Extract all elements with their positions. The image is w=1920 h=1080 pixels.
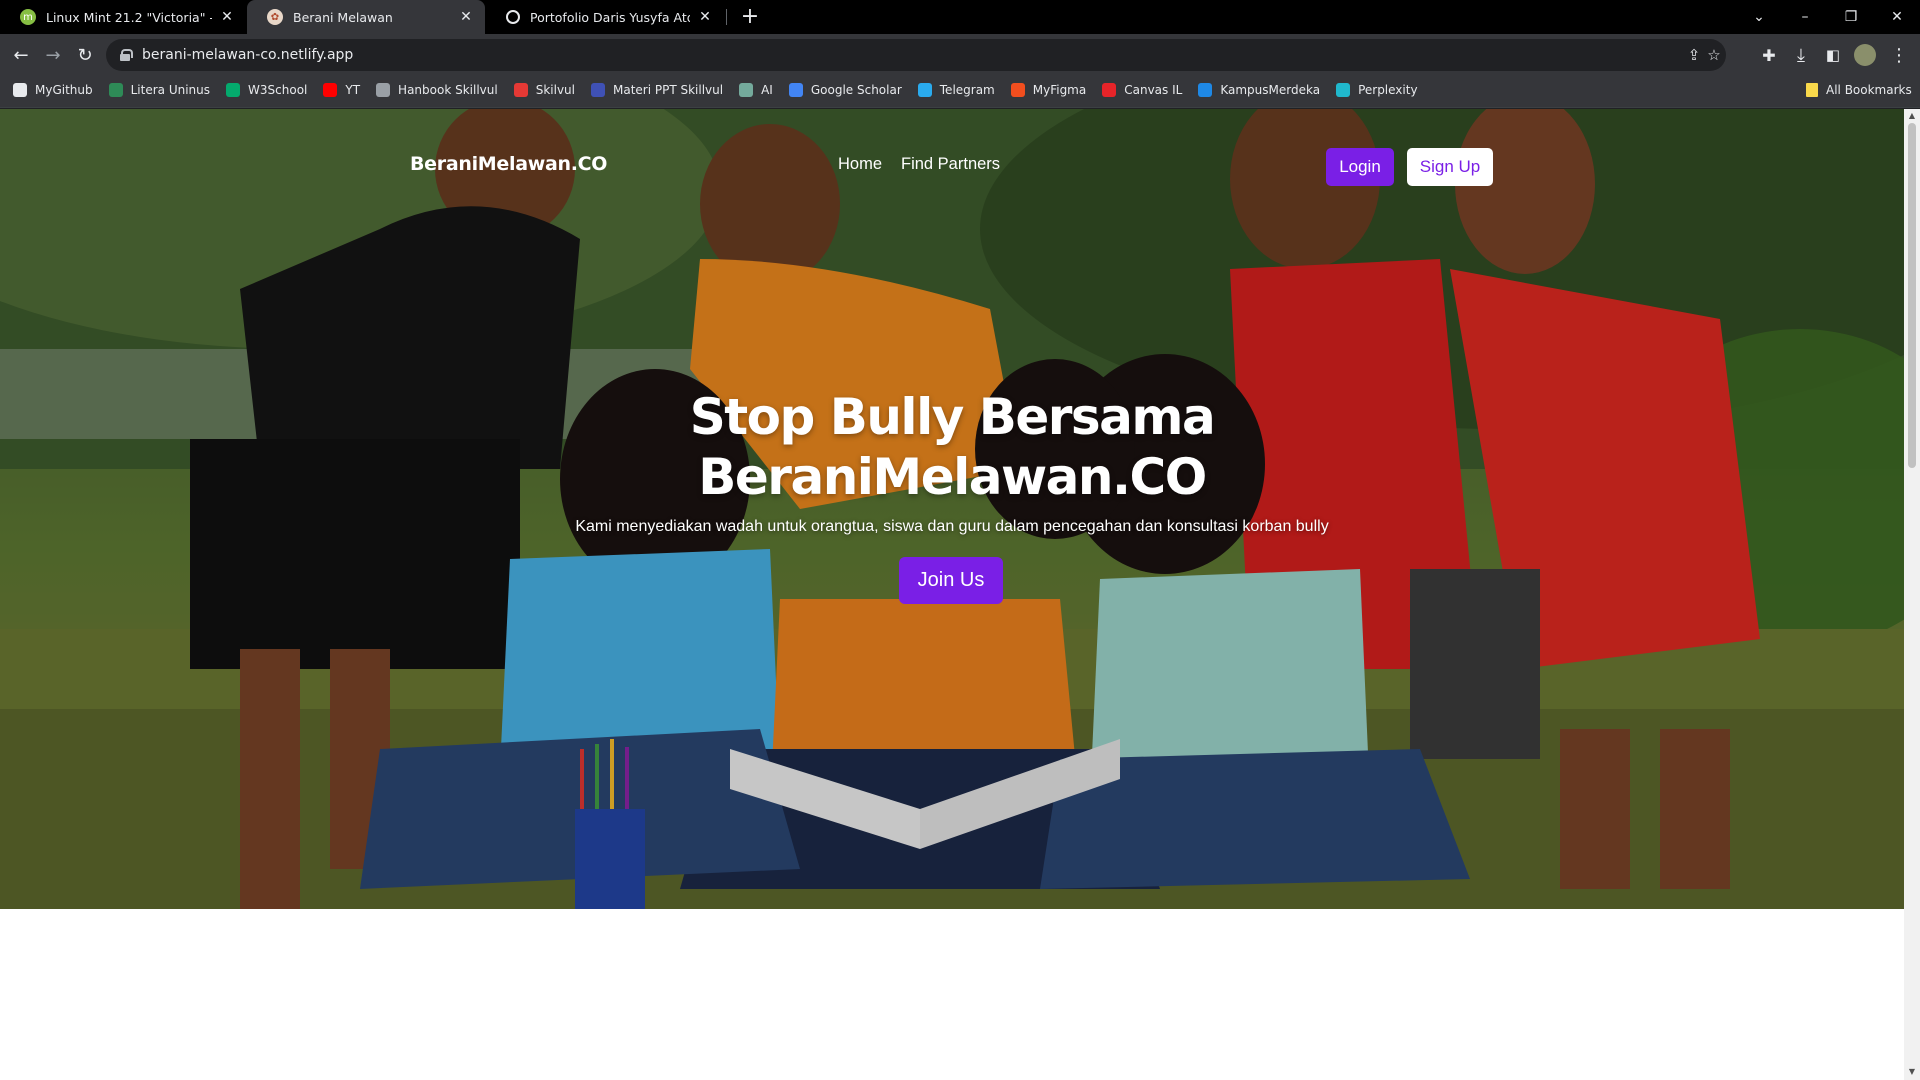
download-icon[interactable]: ⤓ bbox=[1786, 40, 1816, 70]
page-viewport: BeraniMelawan.CO Home Find Partners Logi… bbox=[0, 109, 1904, 1080]
bookmark-label: Google Scholar bbox=[810, 83, 902, 97]
berani-melawan-favicon: ✿ bbox=[267, 9, 283, 25]
nav-home-link[interactable]: Home bbox=[838, 155, 882, 174]
tab-title: Berani Melawan bbox=[293, 9, 393, 25]
close-icon[interactable]: ✕ bbox=[218, 9, 236, 25]
tab-portofolio[interactable]: Portofolio Daris Yusyfa Atqia ✕ bbox=[486, 0, 724, 34]
bookmark-label: MyGithub bbox=[35, 83, 93, 97]
bookmark-label: Canvas IL bbox=[1124, 83, 1183, 97]
hero-subtitle: Kami menyediakan wadah untuk orangtua, s… bbox=[575, 518, 1329, 535]
perplexity-icon bbox=[1336, 83, 1351, 97]
bookmark-label: YT bbox=[345, 83, 361, 97]
bookmark-item[interactable]: YT bbox=[323, 83, 360, 97]
menu-kebab-icon[interactable]: ⋮ bbox=[1884, 40, 1914, 70]
all-bookmarks-label: All Bookmarks bbox=[1826, 83, 1912, 97]
tab-search-icon[interactable]: ⌄ bbox=[1736, 0, 1782, 34]
brand-logo[interactable]: BeraniMelawan.CO bbox=[410, 153, 607, 175]
side-panel-icon[interactable]: ◧ bbox=[1818, 40, 1848, 70]
bookmark-item[interactable]: Perplexity bbox=[1336, 83, 1418, 97]
youtube-icon bbox=[323, 83, 338, 97]
kampusmerdeka-icon bbox=[1198, 83, 1213, 97]
bookmark-item[interactable]: Telegram bbox=[917, 83, 995, 97]
linux-mint-icon: m bbox=[20, 9, 36, 25]
scholar-icon bbox=[788, 83, 803, 97]
nav-find-partners-link[interactable]: Find Partners bbox=[901, 155, 1000, 174]
new-tab-button[interactable]: + bbox=[736, 3, 764, 31]
browser-toolbar: ← → ↻ berani-melawan-co.netlify.app ⇪ ☆ … bbox=[0, 34, 1920, 76]
bookmark-item[interactable]: Hanbook Skillvul bbox=[376, 83, 498, 97]
hero-section: BeraniMelawan.CO Home Find Partners Logi… bbox=[0, 109, 1904, 909]
tab-berani-melawan[interactable]: ✿ Berani Melawan ✕ bbox=[247, 0, 485, 34]
scroll-thumb[interactable] bbox=[1908, 123, 1916, 468]
tab-title: Linux Mint 21.2 "Victoria" - Linu bbox=[46, 9, 212, 25]
bookmark-item[interactable]: MyGithub bbox=[13, 83, 93, 97]
bookmark-label: Materi PPT Skillvul bbox=[612, 83, 724, 97]
avatar-icon bbox=[1854, 44, 1876, 66]
bookmark-item[interactable]: W3School bbox=[226, 83, 307, 97]
telegram-icon bbox=[917, 83, 932, 97]
slides-icon bbox=[590, 83, 605, 97]
tab-linux-mint[interactable]: m Linux Mint 21.2 "Victoria" - Linu ✕ bbox=[0, 0, 246, 34]
hero-title-line-1: Stop Bully Bersama bbox=[689, 388, 1216, 446]
skilvul-icon bbox=[513, 83, 528, 97]
bookmark-star-icon[interactable]: ☆ bbox=[1704, 45, 1724, 65]
hero-title-line-2: BeraniMelawan.CO bbox=[698, 448, 1207, 506]
signup-button[interactable]: Sign Up bbox=[1407, 148, 1493, 186]
tab-separator bbox=[726, 9, 727, 25]
bookmark-item[interactable]: AI bbox=[739, 83, 773, 97]
forward-arrow-icon[interactable]: → bbox=[38, 40, 68, 70]
hero-dark-overlay bbox=[0, 109, 1904, 909]
bookmarks-bar: All Bookmarks MyGithub Litera Uninus W3Sch… bbox=[0, 76, 1920, 108]
lock-icon bbox=[120, 49, 133, 61]
bookmark-label: Skilvul bbox=[535, 83, 575, 97]
tab-title: Portofolio Daris Yusyfa Atqia bbox=[530, 9, 690, 25]
bookmark-label: MyFigma bbox=[1032, 83, 1087, 97]
bookmark-item[interactable]: Litera Uninus bbox=[108, 83, 211, 97]
litera-icon bbox=[108, 83, 123, 97]
tab-strip: m Linux Mint 21.2 "Victoria" - Linu ✕ ✿ … bbox=[0, 0, 1920, 34]
scroll-up-arrow-icon[interactable]: ▲ bbox=[1907, 111, 1917, 121]
url-text[interactable]: berani-melawan-co.netlify.app bbox=[142, 47, 353, 63]
figma-icon bbox=[1010, 83, 1025, 97]
close-icon[interactable]: ✕ bbox=[696, 9, 714, 25]
bookmark-label: Litera Uninus bbox=[130, 83, 211, 97]
bookmark-label: Telegram bbox=[939, 83, 995, 97]
bookmark-item[interactable]: KampusMerdeka bbox=[1198, 83, 1320, 97]
minimize-icon[interactable]: – bbox=[1782, 0, 1828, 34]
openai-icon bbox=[739, 83, 754, 97]
close-icon[interactable]: ✕ bbox=[457, 9, 475, 25]
window-close-icon[interactable]: ✕ bbox=[1874, 0, 1920, 34]
skillvul-icon bbox=[376, 83, 391, 97]
extensions-puzzle-icon[interactable]: ✚ bbox=[1754, 40, 1784, 70]
profile-avatar[interactable] bbox=[1850, 40, 1880, 70]
github-icon bbox=[13, 83, 27, 97]
bookmark-label: AI bbox=[761, 83, 773, 97]
share-icon[interactable]: ⇪ bbox=[1684, 45, 1704, 65]
w3school-icon bbox=[226, 83, 241, 97]
bookmark-item[interactable]: Materi PPT Skillvul bbox=[590, 83, 724, 97]
back-arrow-icon[interactable]: ← bbox=[6, 40, 36, 70]
all-bookmarks[interactable]: All Bookmarks bbox=[1806, 83, 1912, 97]
globe-icon bbox=[506, 10, 520, 24]
scroll-down-arrow-icon[interactable]: ▼ bbox=[1907, 1067, 1917, 1077]
bookmark-item[interactable]: MyFigma bbox=[1010, 83, 1087, 97]
bookmark-label: Hanbook Skillvul bbox=[398, 83, 498, 97]
bookmark-label: KampusMerdeka bbox=[1220, 83, 1321, 97]
bookmark-label: W3School bbox=[248, 83, 308, 97]
reload-icon[interactable]: ↻ bbox=[70, 40, 100, 70]
page-content-below-hero bbox=[0, 909, 1904, 1080]
folder-icon bbox=[1806, 83, 1818, 97]
join-us-button[interactable]: Join Us bbox=[899, 557, 1003, 604]
restore-icon[interactable]: ❐ bbox=[1828, 0, 1874, 34]
page-scrollbar[interactable]: ▲ ▼ bbox=[1904, 109, 1920, 1080]
login-button[interactable]: Login bbox=[1326, 148, 1394, 186]
address-bar[interactable]: berani-melawan-co.netlify.app ⇪ ☆ bbox=[106, 39, 1726, 71]
bookmark-item[interactable]: Canvas IL bbox=[1102, 83, 1182, 97]
bookmark-item[interactable]: Google Scholar bbox=[788, 83, 902, 97]
bookmark-item[interactable]: Skilvul bbox=[513, 83, 575, 97]
bookmark-label: Perplexity bbox=[1358, 83, 1418, 97]
canvas-icon bbox=[1102, 83, 1117, 97]
